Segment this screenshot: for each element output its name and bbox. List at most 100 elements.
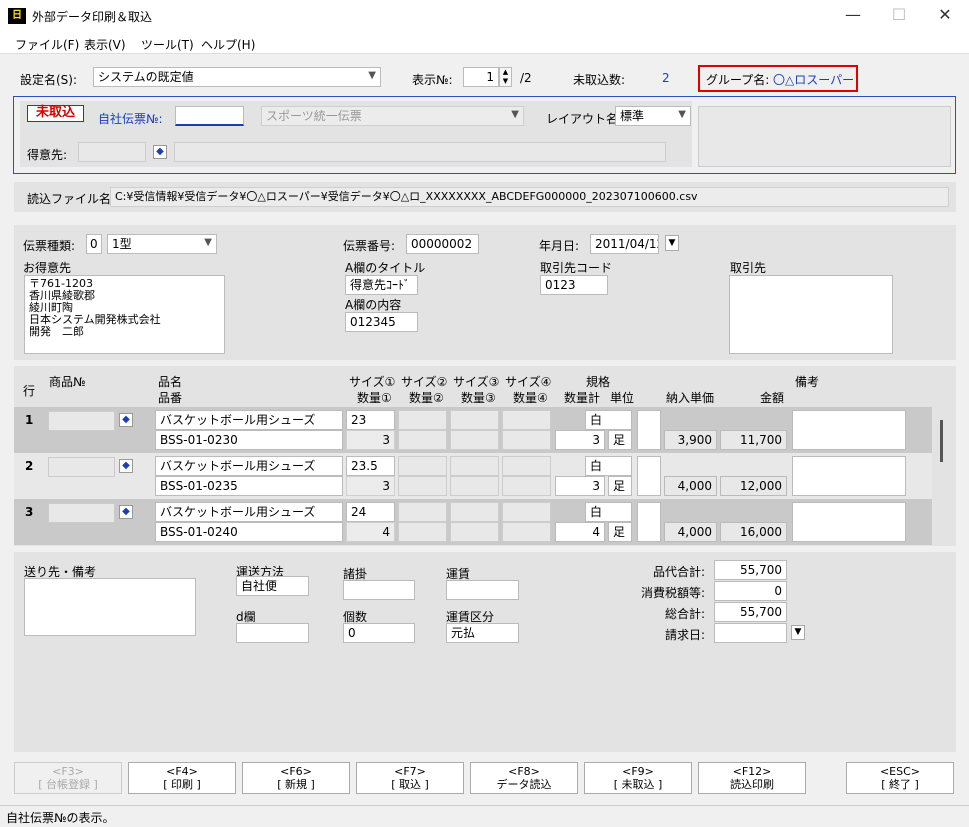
- grid-scrollbar-thumb[interactable]: [940, 420, 943, 462]
- setting-select[interactable]: システムの既定値 ▼: [93, 67, 381, 87]
- size1-input[interactable]: 24: [346, 502, 395, 522]
- maximize-button[interactable]: ☐: [876, 0, 922, 32]
- size2-input[interactable]: [398, 502, 447, 522]
- qty3-input[interactable]: [450, 430, 499, 450]
- d-input[interactable]: [236, 623, 309, 643]
- size1-input[interactable]: 23: [346, 410, 395, 430]
- qty-total-input[interactable]: 3: [555, 476, 605, 496]
- unit-price-input[interactable]: 4,000: [664, 522, 717, 542]
- qty1-input[interactable]: 3: [346, 430, 395, 450]
- product-name-input[interactable]: バスケットボール用シューズ: [155, 456, 343, 476]
- note-input[interactable]: [792, 456, 906, 496]
- size4-input[interactable]: [502, 502, 551, 522]
- close-button[interactable]: ✕: [922, 0, 968, 32]
- unimported-button[interactable]: <F9>[ 未取込 ]: [584, 762, 692, 794]
- customer-code-input[interactable]: [78, 142, 146, 162]
- exit-button[interactable]: <ESC>[ 終了 ]: [846, 762, 954, 794]
- product-no-input[interactable]: [48, 411, 115, 431]
- customer-name-input[interactable]: [174, 142, 666, 162]
- qty4-input[interactable]: [502, 430, 551, 450]
- amount-input[interactable]: 12,000: [720, 476, 787, 496]
- data-load-button[interactable]: <F8> データ読込: [470, 762, 578, 794]
- product-code-input[interactable]: BSS-01-0240: [155, 522, 343, 542]
- page-input[interactable]: 1: [463, 67, 499, 87]
- note-input[interactable]: [792, 502, 906, 542]
- freight-input[interactable]: [446, 580, 519, 600]
- amount-input[interactable]: 16,000: [720, 522, 787, 542]
- size4-input[interactable]: [502, 410, 551, 430]
- menu-file[interactable]: ファイル(F): [15, 36, 79, 53]
- slip-type-name-select[interactable]: 1型 ▼: [107, 234, 217, 254]
- note-input[interactable]: [792, 410, 906, 450]
- qty-total-input[interactable]: 3: [555, 430, 605, 450]
- product-no-input[interactable]: [48, 457, 115, 477]
- unit-price-input[interactable]: 3,900: [664, 430, 717, 450]
- qty-total-input[interactable]: 4: [555, 522, 605, 542]
- unit-input[interactable]: 足: [608, 522, 632, 542]
- qty2-input[interactable]: [398, 522, 447, 542]
- spec-input[interactable]: 白: [585, 502, 632, 522]
- bill-date-dropdown-icon[interactable]: ▼: [791, 625, 805, 640]
- slip-no-input[interactable]: [175, 106, 244, 126]
- misc-input[interactable]: [343, 580, 415, 600]
- date-input[interactable]: 2011/04/12: [590, 234, 659, 254]
- import-button[interactable]: <F7>[ 取込 ]: [356, 762, 464, 794]
- size3-input[interactable]: [450, 456, 499, 476]
- a-title-input[interactable]: 得意先ｺｰﾄﾞ: [345, 275, 418, 295]
- layout-select[interactable]: 標準 ▼: [615, 106, 691, 126]
- lookup-icon[interactable]: ◆: [153, 145, 167, 159]
- product-code-input[interactable]: BSS-01-0235: [155, 476, 343, 496]
- lookup-icon[interactable]: ◆: [119, 459, 133, 473]
- slip-type-code[interactable]: 0: [86, 234, 102, 254]
- page-spinner[interactable]: ▲ ▼: [499, 67, 512, 87]
- ledger-register-button[interactable]: <F3>[ 台帳登録 ]: [14, 762, 122, 794]
- unit-price-input[interactable]: 4,000: [664, 476, 717, 496]
- spec-extra[interactable]: [637, 502, 661, 542]
- size3-input[interactable]: [450, 502, 499, 522]
- lookup-icon[interactable]: ◆: [119, 413, 133, 427]
- spec-extra[interactable]: [637, 456, 661, 496]
- product-name-input[interactable]: バスケットボール用シューズ: [155, 410, 343, 430]
- product-code-input[interactable]: BSS-01-0230: [155, 430, 343, 450]
- size4-input[interactable]: [502, 456, 551, 476]
- qty3-input[interactable]: [450, 476, 499, 496]
- load-print-button[interactable]: <F12> 読込印刷: [698, 762, 806, 794]
- a-content-input[interactable]: 012345: [345, 312, 418, 332]
- lookup-icon[interactable]: ◆: [119, 505, 133, 519]
- ship-input[interactable]: 自社便: [236, 576, 309, 596]
- freight-type-input[interactable]: 元払: [446, 623, 519, 643]
- qty4-input[interactable]: [502, 476, 551, 496]
- slip-type-select[interactable]: スポーツ統一伝票 ▼: [261, 106, 524, 126]
- slip-number-input[interactable]: 00000002: [406, 234, 479, 254]
- button-label: [ 取込 ]: [391, 778, 429, 791]
- qty1-input[interactable]: 3: [346, 476, 395, 496]
- size2-input[interactable]: [398, 456, 447, 476]
- size2-input[interactable]: [398, 410, 447, 430]
- new-button[interactable]: <F6>[ 新規 ]: [242, 762, 350, 794]
- spec-input[interactable]: 白: [585, 410, 632, 430]
- unit-input[interactable]: 足: [608, 430, 632, 450]
- menu-tool[interactable]: ツール(T): [141, 36, 194, 53]
- menu-view[interactable]: 表示(V): [84, 36, 126, 53]
- size1-input[interactable]: 23.5: [346, 456, 395, 476]
- spec-extra[interactable]: [637, 410, 661, 450]
- qty1-input[interactable]: 4: [346, 522, 395, 542]
- menu-help[interactable]: ヘルプ(H): [201, 36, 255, 53]
- date-dropdown-icon[interactable]: ▼: [665, 235, 679, 251]
- qty2-input[interactable]: [398, 476, 447, 496]
- spec-input[interactable]: 白: [585, 456, 632, 476]
- partner-code-input[interactable]: 0123: [540, 275, 608, 295]
- count-input[interactable]: 0: [343, 623, 415, 643]
- bill-date-input[interactable]: [714, 623, 787, 643]
- product-no-input[interactable]: [48, 503, 115, 523]
- qty4-input[interactable]: [502, 522, 551, 542]
- amount-input[interactable]: 11,700: [720, 430, 787, 450]
- minimize-button[interactable]: —: [830, 0, 876, 32]
- print-button[interactable]: <F4>[ 印刷 ]: [128, 762, 236, 794]
- size3-input[interactable]: [450, 410, 499, 430]
- qty3-input[interactable]: [450, 522, 499, 542]
- unit-input[interactable]: 足: [608, 476, 632, 496]
- qty2-input[interactable]: [398, 430, 447, 450]
- dest-textarea[interactable]: [24, 578, 196, 636]
- product-name-input[interactable]: バスケットボール用シューズ: [155, 502, 343, 522]
